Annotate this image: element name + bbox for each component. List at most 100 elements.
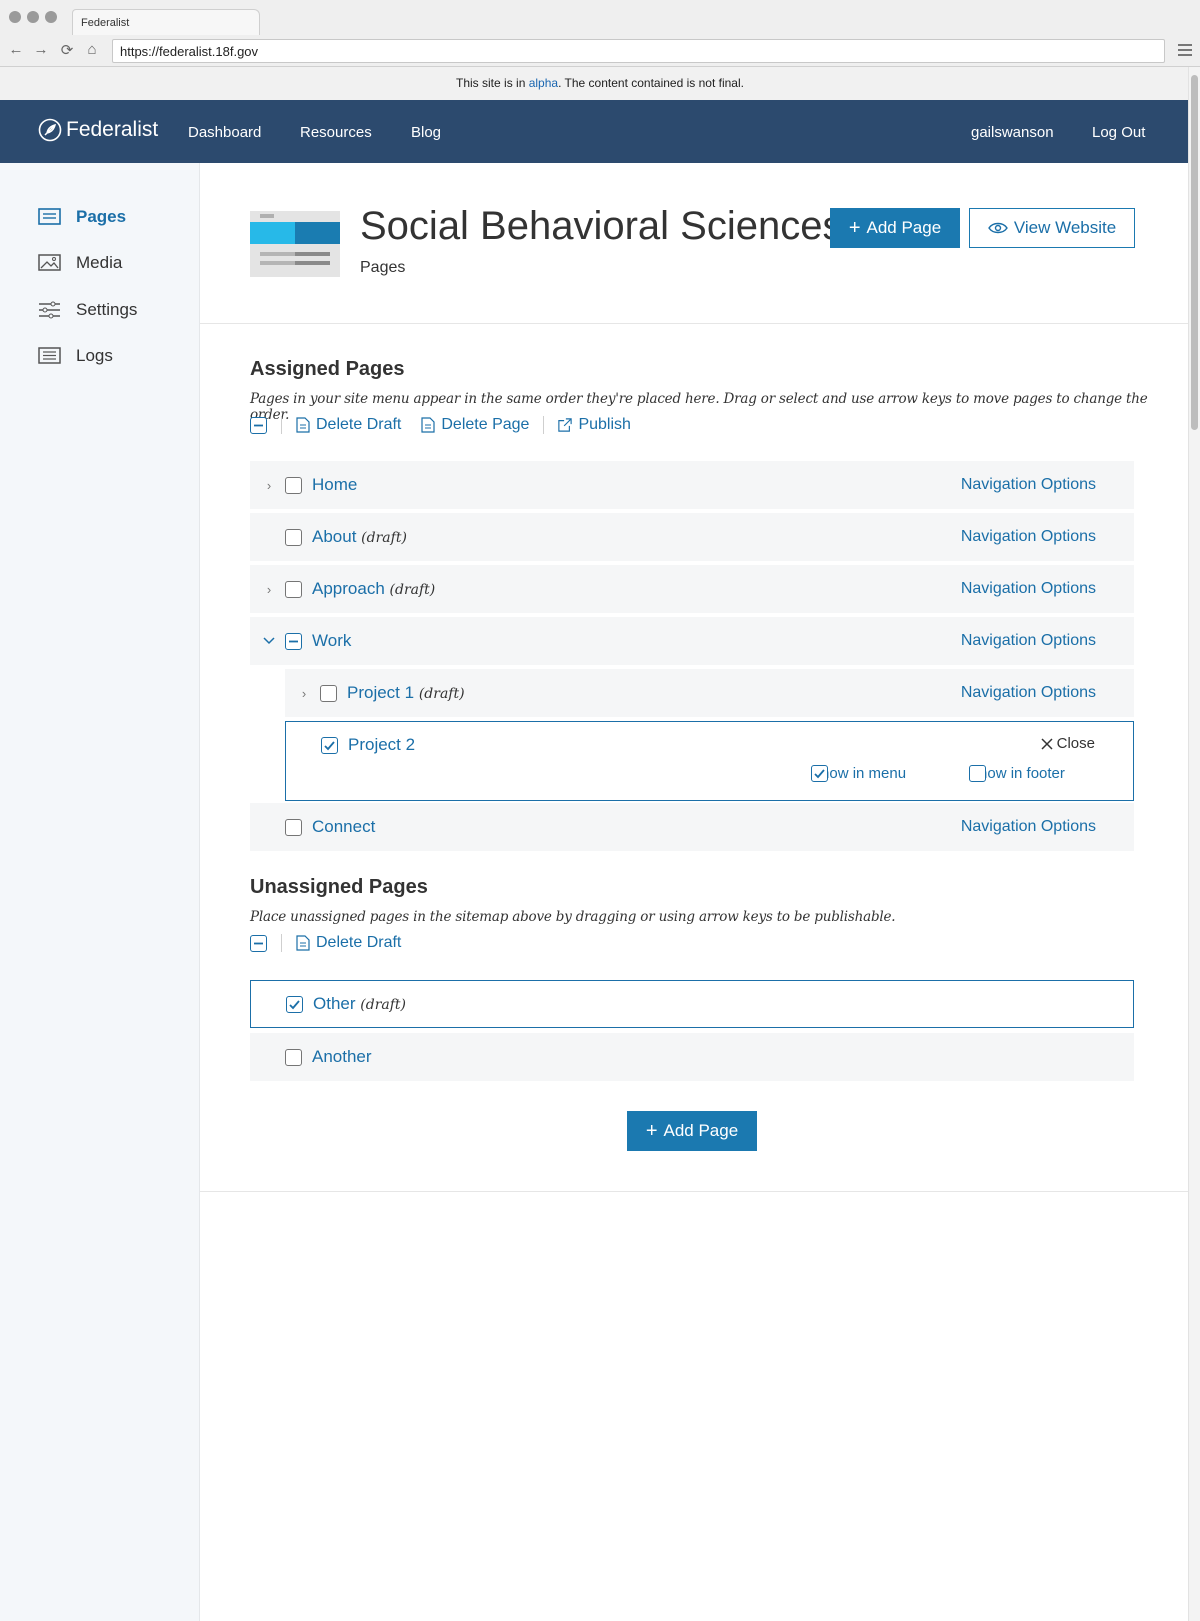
page-title: Approach: [312, 579, 385, 598]
show-in-footer-checkbox[interactable]: [969, 765, 986, 782]
maximize-window-dot[interactable]: [45, 11, 57, 23]
select-all-unassigned-checkbox[interactable]: [250, 934, 267, 952]
draft-label: (draft): [389, 582, 436, 598]
page-link[interactable]: Approach (draft): [312, 579, 435, 599]
page-row-other[interactable]: Other (draft): [250, 980, 1134, 1028]
page-row-home[interactable]: › Home Navigation Options: [250, 461, 1134, 509]
home-icon[interactable]: ⌂: [83, 41, 101, 58]
delete-draft-button[interactable]: Delete Draft: [296, 934, 401, 952]
navigation-options-link[interactable]: Navigation Options: [961, 580, 1096, 598]
alpha-link[interactable]: alpha: [529, 76, 558, 90]
alpha-banner: This site is in alpha. The content conta…: [0, 67, 1200, 100]
page-row-approach[interactable]: › Approach (draft) Navigation Options: [250, 565, 1134, 613]
chevron-right-icon[interactable]: ›: [262, 582, 276, 597]
page-checkbox[interactable]: [285, 580, 302, 598]
forward-icon[interactable]: →: [32, 41, 50, 58]
navigation-options-link[interactable]: Navigation Options: [961, 818, 1096, 836]
close-window-dot[interactable]: [9, 11, 21, 23]
nav-resources[interactable]: Resources: [300, 124, 372, 141]
page-scrollbar[interactable]: [1188, 67, 1200, 1621]
page-link[interactable]: Another: [312, 1047, 372, 1067]
unassigned-toolbar: Delete Draft: [250, 934, 421, 952]
page-checkbox[interactable]: [285, 1048, 302, 1066]
page-link[interactable]: Project 2: [348, 735, 415, 755]
site-thumbnail-image: [250, 211, 340, 277]
page-checkbox-checked[interactable]: [286, 995, 303, 1013]
logo-text: Federalist: [66, 118, 159, 141]
add-page-bottom-button[interactable]: + Add Page: [627, 1111, 757, 1151]
page-checkbox-partial[interactable]: [285, 632, 302, 650]
page-checkbox[interactable]: [285, 818, 302, 836]
nav-blog[interactable]: Blog: [411, 124, 441, 141]
page-link[interactable]: Work: [312, 631, 351, 651]
navigation-options-link[interactable]: Navigation Options: [961, 684, 1096, 702]
logout-link[interactable]: Log Out: [1092, 124, 1145, 141]
sidebar-item-pages[interactable]: Pages: [38, 207, 126, 227]
draft-label: (draft): [361, 530, 407, 546]
browser-tab-title: Federalist: [81, 17, 130, 29]
page-link[interactable]: Connect: [312, 817, 375, 837]
page-row-project-1[interactable]: › Project 1 (draft) Navigation Options: [285, 669, 1134, 717]
show-in-menu-option[interactable]: Show in menu: [811, 765, 906, 782]
feather-logo-icon: [38, 118, 62, 142]
delete-page-button[interactable]: Delete Page: [421, 416, 529, 434]
page-checkbox[interactable]: [285, 476, 302, 494]
add-page-button[interactable]: + Add Page: [830, 208, 960, 248]
toolbar-separator: [281, 934, 282, 952]
sidebar-item-media[interactable]: Media: [38, 253, 122, 273]
reload-icon[interactable]: ⟳: [58, 41, 76, 59]
page-row-about[interactable]: About (draft) Navigation Options: [250, 513, 1134, 561]
select-all-assigned-checkbox[interactable]: [250, 416, 267, 434]
close-button[interactable]: Close: [1041, 735, 1095, 752]
delete-page-label: Delete Page: [441, 416, 530, 433]
page-row-project-2[interactable]: Project 2 Close Show in menu Show in foo…: [285, 721, 1134, 801]
minimize-window-dot[interactable]: [27, 11, 39, 23]
publish-label: Publish: [578, 416, 631, 433]
back-icon[interactable]: ←: [7, 41, 25, 58]
close-label: Close: [1056, 735, 1095, 752]
delete-draft-button[interactable]: Delete Draft: [296, 416, 401, 434]
chevron-down-icon[interactable]: [262, 634, 276, 648]
address-bar[interactable]: https://federalist.18f.gov: [112, 39, 1165, 63]
page-link[interactable]: Project 1 (draft): [347, 683, 465, 703]
page-subtitle: Pages: [360, 259, 406, 276]
page-row-connect[interactable]: Connect Navigation Options: [250, 803, 1134, 851]
image-icon: [38, 254, 61, 271]
plus-icon: +: [645, 1119, 658, 1142]
app-header: Federalist Dashboard Resources Blog gail…: [0, 100, 1200, 163]
plus-icon: +: [848, 216, 861, 239]
sliders-icon: [39, 301, 60, 319]
sidebar-item-logs[interactable]: Logs: [38, 346, 113, 366]
page-checkbox-checked[interactable]: [321, 737, 338, 754]
sidebar-item-settings[interactable]: Settings: [38, 300, 137, 320]
page-link[interactable]: About (draft): [312, 527, 407, 547]
federalist-logo[interactable]: Federalist: [38, 118, 158, 142]
page-checkbox[interactable]: [285, 528, 302, 546]
view-website-button[interactable]: View Website: [969, 208, 1135, 248]
nav-dashboard[interactable]: Dashboard: [188, 124, 261, 141]
page-checkbox[interactable]: [320, 684, 337, 702]
browser-tab[interactable]: Federalist: [72, 9, 260, 35]
show-in-menu-checkbox[interactable]: [811, 765, 828, 782]
publish-button[interactable]: Publish: [558, 416, 631, 434]
page-row-work[interactable]: Work Navigation Options: [250, 617, 1134, 665]
user-name[interactable]: gailswanson: [971, 124, 1054, 141]
show-in-footer-option[interactable]: Show in footer: [969, 765, 1065, 782]
chevron-right-icon[interactable]: ›: [297, 686, 311, 701]
draft-label: (draft): [418, 686, 465, 702]
scrollbar-thumb[interactable]: [1191, 75, 1198, 430]
list-icon: [38, 347, 61, 364]
draft-label: (draft): [360, 997, 406, 1013]
banner-prefix: This site is in: [456, 76, 529, 90]
navigation-options-link[interactable]: Navigation Options: [961, 476, 1096, 494]
toolbar-separator: [543, 416, 545, 434]
page-link[interactable]: Home: [312, 475, 357, 495]
navigation-options-link[interactable]: Navigation Options: [961, 528, 1096, 546]
pages-icon: [38, 208, 61, 225]
chevron-right-icon[interactable]: ›: [262, 478, 276, 493]
page-title: Project 1: [347, 683, 415, 702]
page-link[interactable]: Other (draft): [313, 994, 406, 1014]
browser-menu-icon[interactable]: [1178, 41, 1192, 59]
page-row-another[interactable]: Another: [250, 1033, 1134, 1081]
navigation-options-link[interactable]: Navigation Options: [961, 632, 1096, 650]
